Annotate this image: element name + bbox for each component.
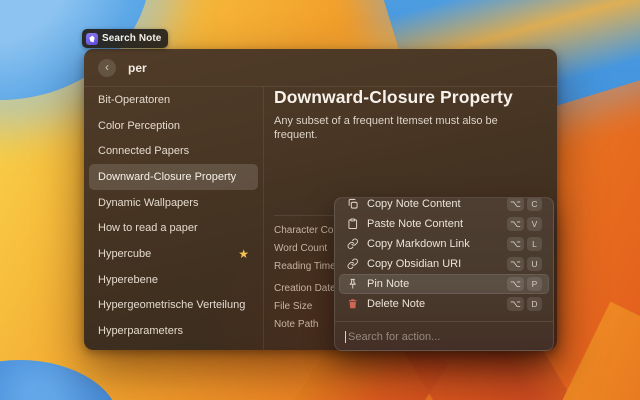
note-list-item[interactable]: Bit-Operatoren: [89, 87, 258, 113]
app-tooltip: Search Note: [82, 29, 168, 48]
copy-icon: [346, 198, 359, 210]
note-list-item-label: Hyperebene: [98, 274, 158, 286]
note-list-item[interactable]: How to read a paper: [89, 215, 258, 241]
tooltip-label: Search Note: [102, 33, 161, 44]
letter-key-badge: P: [527, 277, 542, 291]
actions-menu: Copy Note Content ⌥C Paste Note Content …: [334, 197, 554, 351]
menu-item-label: Delete Note: [367, 298, 425, 310]
trash-icon: [346, 298, 359, 310]
letter-key-badge: D: [527, 297, 542, 311]
note-list: Bit-Operatoren Color Perception Connecte…: [84, 87, 264, 350]
menu-item-label: Paste Note Content: [367, 218, 463, 230]
obsidian-logo-icon: [86, 33, 98, 45]
note-list-item[interactable]: Hypercube ★: [89, 241, 258, 267]
star-icon: ★: [238, 248, 249, 260]
menu-item-delete-note[interactable]: Delete Note ⌥D: [339, 294, 549, 314]
search-bar: ‹ per: [84, 49, 557, 87]
menu-item-paste-note-content[interactable]: Paste Note Content ⌥V: [339, 214, 549, 234]
note-subtitle: Any subset of a frequent Itemset must al…: [274, 114, 541, 142]
menu-item-copy-obsidian-uri[interactable]: Copy Obsidian URI ⌥U: [339, 254, 549, 274]
link-icon: [346, 238, 359, 250]
letter-key-badge: L: [527, 237, 542, 251]
menu-item-label: Copy Obsidian URI: [367, 258, 461, 270]
menu-item-label: Copy Markdown Link: [367, 238, 470, 250]
note-title: Downward-Closure Property: [274, 88, 541, 107]
menu-item-copy-markdown-link[interactable]: Copy Markdown Link ⌥L: [339, 234, 549, 254]
actions-menu-list: Copy Note Content ⌥C Paste Note Content …: [335, 197, 553, 314]
note-list-item-selected[interactable]: Downward-Closure Property: [89, 164, 258, 190]
note-list-item-label: Connected Papers: [98, 145, 189, 157]
note-list-item[interactable]: Hyperebene: [89, 267, 258, 293]
note-list-item[interactable]: Color Perception: [89, 113, 258, 139]
option-key-badge: ⌥: [507, 297, 524, 311]
option-key-badge: ⌥: [507, 277, 524, 291]
note-list-item[interactable]: Dynamic Wallpapers: [89, 190, 258, 216]
menu-item-label: Copy Note Content: [367, 198, 461, 210]
note-list-item-label: Bit-Operatoren: [98, 94, 170, 106]
action-search-placeholder: Search for action...: [348, 331, 440, 343]
option-key-badge: ⌥: [507, 217, 524, 231]
note-list-item-label: Color Perception: [98, 120, 180, 132]
action-search-field[interactable]: Search for action...: [335, 322, 553, 351]
letter-key-badge: C: [527, 197, 542, 211]
note-list-item[interactable]: Hyperparameters: [89, 318, 258, 344]
menu-item-pin-note[interactable]: Pin Note ⌥P: [339, 274, 549, 294]
note-list-item-label: Hyperparameters: [98, 325, 183, 337]
letter-key-badge: V: [527, 217, 542, 231]
link-icon: [346, 258, 359, 270]
option-key-badge: ⌥: [507, 197, 524, 211]
note-list-item-label: Hypergeometrische Verteilung: [98, 299, 245, 311]
menu-item-label: Pin Note: [367, 278, 409, 290]
back-button[interactable]: ‹: [98, 59, 116, 77]
search-input[interactable]: per: [128, 61, 147, 75]
note-list-item-label: Hypercube: [98, 248, 151, 260]
text-cursor: [345, 331, 346, 343]
note-list-item-label: Downward-Closure Property: [98, 171, 236, 183]
note-list-item[interactable]: Hypergeometrische Verteilung: [89, 293, 258, 319]
option-key-badge: ⌥: [507, 257, 524, 271]
note-list-item-label: How to read a paper: [98, 222, 198, 234]
desktop: Search Note ‹ per Bit-Operatoren Color P…: [0, 0, 640, 400]
chevron-left-icon: ‹: [105, 61, 109, 73]
letter-key-badge: U: [527, 257, 542, 271]
clipboard-icon: [346, 218, 359, 230]
menu-item-copy-note-content[interactable]: Copy Note Content ⌥C: [339, 197, 549, 214]
note-list-item-label: Dynamic Wallpapers: [98, 197, 198, 209]
pin-icon: [346, 278, 359, 290]
note-list-item[interactable]: Connected Papers: [89, 138, 258, 164]
option-key-badge: ⌥: [507, 237, 524, 251]
